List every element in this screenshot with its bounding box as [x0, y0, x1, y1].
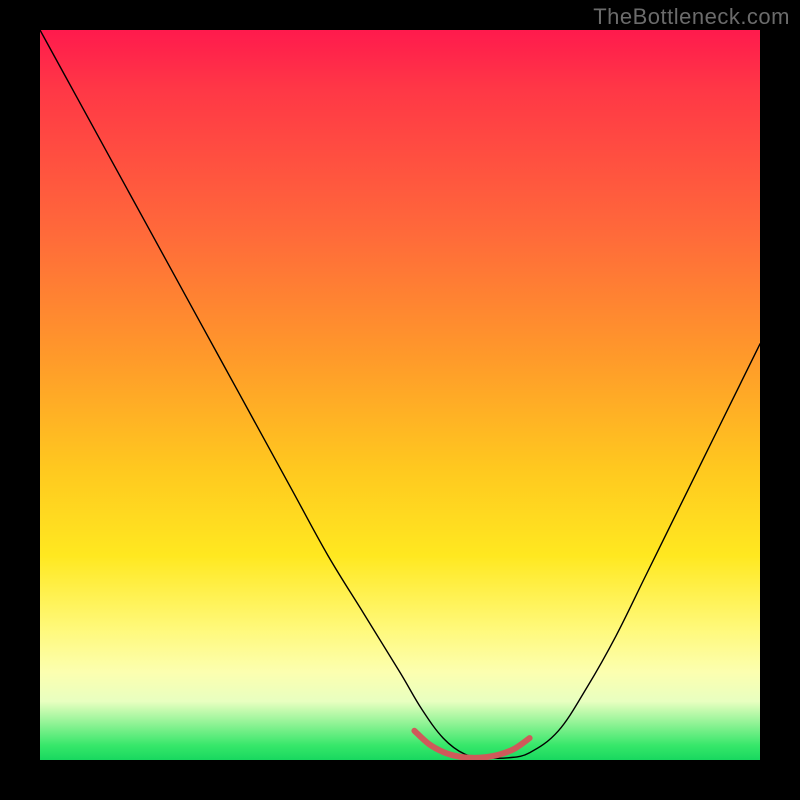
- chart-svg: [40, 30, 760, 760]
- series-bottleneck-floor-marker: [414, 731, 529, 758]
- chart-frame: TheBottleneck.com: [0, 0, 800, 800]
- watermark-label: TheBottleneck.com: [593, 4, 790, 30]
- plot-area: [40, 30, 760, 760]
- series-bottleneck-curve: [40, 30, 760, 758]
